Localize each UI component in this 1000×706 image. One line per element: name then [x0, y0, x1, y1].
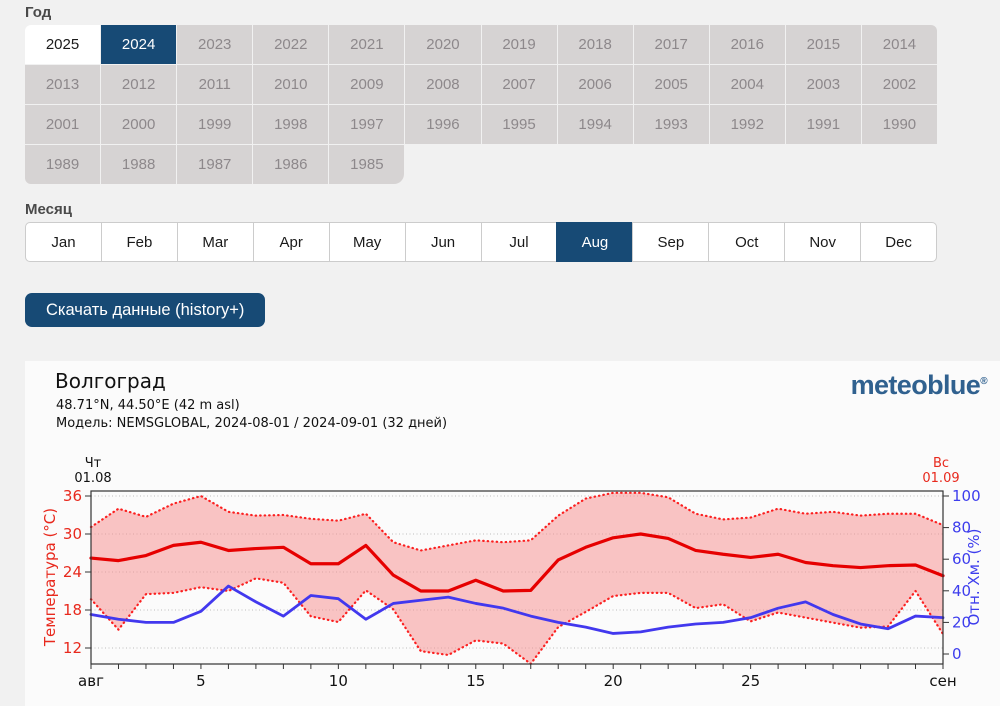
- chart-location-title: Волгоград: [55, 369, 166, 393]
- temperature-humidity-chart: авг 5 10 15 20 25 сен3630241812100806040200Тем…: [41, 456, 983, 690]
- month-section-label: Месяц: [25, 201, 72, 218]
- year-cell-1988[interactable]: 1988: [101, 145, 177, 184]
- year-cell-2025[interactable]: 2025: [25, 25, 101, 64]
- left-tick-label: 18: [63, 601, 82, 619]
- weather-chart-card: Волгоград 48.71°N, 44.50°E (42 m asl) Мо…: [25, 361, 1000, 706]
- page: Год 2025 2024 2023 2022 2021 2020 2019 2018 2017…: [0, 0, 1000, 706]
- left-tick-label: 30: [63, 525, 82, 543]
- year-cell-2024[interactable]: 2024: [101, 25, 177, 64]
- x-tick-label: 10: [329, 672, 348, 690]
- year-cell-1991[interactable]: 1991: [785, 105, 861, 144]
- month-bar: Jan Feb Mar Apr May Jun Jul Aug Sep Oct Nov Dec: [25, 222, 938, 262]
- right-tick-label: 0: [952, 645, 962, 663]
- year-cell-2002[interactable]: 2002: [861, 65, 937, 104]
- year-cell-2010[interactable]: 2010: [253, 65, 329, 104]
- year-cell-1992[interactable]: 1992: [709, 105, 785, 144]
- right-axis-label: Отн. Хм. (%): [965, 529, 983, 626]
- year-cell-2007[interactable]: 2007: [481, 65, 557, 104]
- year-cell-1999[interactable]: 1999: [177, 105, 253, 144]
- year-cell-1990[interactable]: 1990: [861, 105, 937, 144]
- year-cell-2001[interactable]: 2001: [25, 105, 101, 144]
- month-cell-jan[interactable]: Jan: [25, 222, 102, 262]
- year-cell-2003[interactable]: 2003: [785, 65, 861, 104]
- year-cell-1989[interactable]: 1989: [25, 145, 101, 184]
- x-tick-label: 15: [466, 672, 485, 690]
- year-cell-2011[interactable]: 2011: [177, 65, 253, 104]
- year-cell-2017[interactable]: 2017: [633, 25, 709, 64]
- left-axis-label: Температура (°C): [41, 508, 59, 647]
- year-cell-2016[interactable]: 2016: [709, 25, 785, 64]
- year-cell-2023[interactable]: 2023: [177, 25, 253, 64]
- month-cell-feb[interactable]: Feb: [100, 222, 178, 262]
- year-cell-1985[interactable]: 1985: [329, 145, 405, 184]
- left-tick-label: 36: [63, 487, 82, 505]
- month-cell-oct[interactable]: Oct: [708, 222, 786, 262]
- temp-range-band: [91, 492, 943, 664]
- month-cell-sep[interactable]: Sep: [632, 222, 710, 262]
- year-cell-1994[interactable]: 1994: [557, 105, 633, 144]
- x-tick-label: 20: [604, 672, 623, 690]
- year-cell-2019[interactable]: 2019: [481, 25, 557, 64]
- x-tick-label: 5: [196, 672, 206, 690]
- year-cell-2018[interactable]: 2018: [557, 25, 633, 64]
- year-cell-2022[interactable]: 2022: [253, 25, 329, 64]
- month-cell-aug[interactable]: Aug: [556, 222, 634, 262]
- year-cell-2005[interactable]: 2005: [633, 65, 709, 104]
- year-section-label: Год: [25, 4, 52, 21]
- chart-model-info: Модель: NEMSGLOBAL, 2024-08-01 / 2024-09…: [56, 416, 448, 432]
- year-grid: 2025 2024 2023 2022 2021 2020 2019 2018 2017 2016…: [25, 25, 937, 184]
- year-cell-1986[interactable]: 1986: [253, 145, 329, 184]
- download-data-button[interactable]: Скачать данные (history+): [25, 293, 266, 327]
- registered-mark: ®: [980, 376, 987, 387]
- meteoblue-logo-text: meteoblue: [850, 370, 981, 400]
- year-cell-2013[interactable]: 2013: [25, 65, 101, 104]
- month-cell-nov[interactable]: Nov: [784, 222, 862, 262]
- month-cell-apr[interactable]: Apr: [252, 222, 330, 262]
- end-date-label: 01.09: [922, 471, 959, 486]
- year-cell-2015[interactable]: 2015: [785, 25, 861, 64]
- x-tick-label: авг: [78, 672, 104, 690]
- month-cell-mar[interactable]: Mar: [176, 222, 254, 262]
- year-cell-1993[interactable]: 1993: [633, 105, 709, 144]
- year-cell-2006[interactable]: 2006: [557, 65, 633, 104]
- month-cell-dec[interactable]: Dec: [860, 222, 938, 262]
- year-cell-1997[interactable]: 1997: [329, 105, 405, 144]
- year-cell-2014[interactable]: 2014: [861, 25, 937, 64]
- x-tick-label: 25: [741, 672, 760, 690]
- year-cell-2009[interactable]: 2009: [329, 65, 405, 104]
- right-tick-label: 100: [952, 487, 981, 505]
- year-cell-2012[interactable]: 2012: [101, 65, 177, 104]
- year-cell-1995[interactable]: 1995: [481, 105, 557, 144]
- end-weekday-label: Вс: [933, 456, 949, 471]
- start-weekday-label: Чт: [85, 456, 102, 471]
- month-cell-may[interactable]: May: [328, 222, 406, 262]
- month-cell-jun[interactable]: Jun: [404, 222, 482, 262]
- left-tick-label: 24: [63, 563, 82, 581]
- chart-coordinates: 48.71°N, 44.50°E (42 m asl): [56, 398, 240, 413]
- year-cell-2021[interactable]: 2021: [329, 25, 405, 64]
- left-tick-label: 12: [63, 639, 82, 657]
- month-cell-jul[interactable]: Jul: [480, 222, 558, 262]
- chart-subtitle: 48.71°N, 44.50°E (42 m asl) Модель: NEMS…: [56, 397, 447, 434]
- year-cell-2000[interactable]: 2000: [101, 105, 177, 144]
- year-cell-2004[interactable]: 2004: [709, 65, 785, 104]
- year-cell-1998[interactable]: 1998: [253, 105, 329, 144]
- year-cell-1987[interactable]: 1987: [177, 145, 253, 184]
- meteoblue-logo: meteoblue®: [850, 370, 988, 401]
- year-cell-2020[interactable]: 2020: [405, 25, 481, 64]
- x-tick-label: сен: [929, 672, 956, 690]
- start-date-label: 01.08: [74, 471, 111, 486]
- year-cell-2008[interactable]: 2008: [405, 65, 481, 104]
- year-cell-1996[interactable]: 1996: [405, 105, 481, 144]
